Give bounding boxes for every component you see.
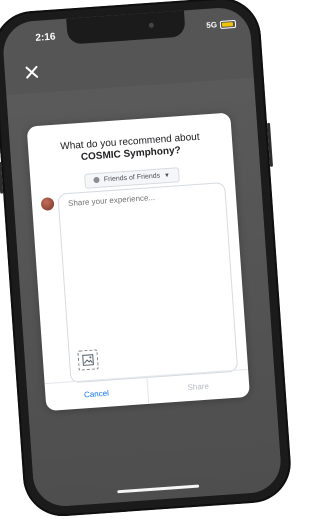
chevron-down-icon: ▼ <box>163 172 171 180</box>
phone-notch <box>66 10 186 45</box>
phone-screen: 2:16 5G What do you recommend about COSM… <box>1 5 283 509</box>
phone-frame: 2:16 5G What do you recommend about COSM… <box>0 0 294 519</box>
experience-input[interactable] <box>67 188 215 209</box>
audience-icon <box>93 176 101 184</box>
recommendation-modal: What do you recommend about COSMIC Symph… <box>26 112 251 412</box>
add-photo-button[interactable] <box>77 349 99 371</box>
phone-side-button-right <box>266 122 274 167</box>
status-time: 2:16 <box>35 31 56 44</box>
camera-dot <box>148 22 155 28</box>
compose-box[interactable] <box>57 182 239 384</box>
status-bar: 2:16 5G <box>1 6 251 55</box>
network-status: 5G <box>206 20 218 30</box>
battery-icon <box>219 19 237 29</box>
audience-label: Friends of Friends <box>103 172 161 184</box>
close-icon[interactable] <box>22 63 41 82</box>
recommendation-question: What do you recommend about COSMIC Symph… <box>40 130 221 166</box>
avatar <box>40 197 55 211</box>
phone-side-button-left-bottom <box>0 161 4 194</box>
